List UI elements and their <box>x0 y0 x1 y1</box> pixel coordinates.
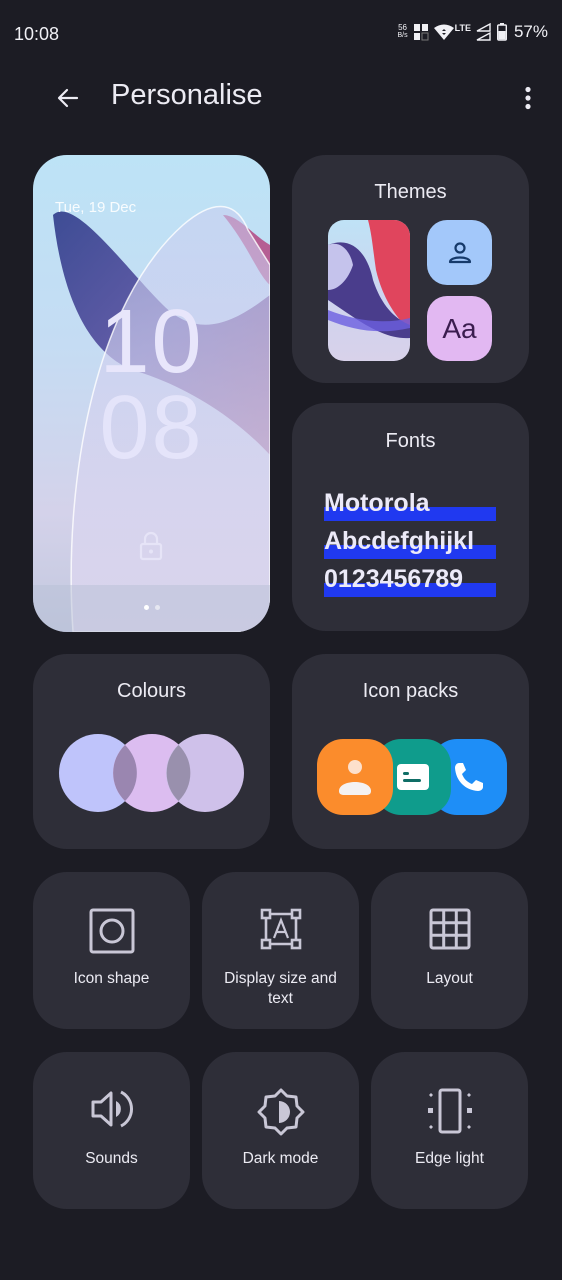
page-dot <box>154 605 160 610</box>
edge-light-label: Edge light <box>415 1150 484 1167</box>
app-bar: Personalise <box>0 70 562 126</box>
theme-icon-sample <box>427 220 492 285</box>
display-size-icon <box>260 908 301 950</box>
contacts-app-icon <box>317 739 393 815</box>
status-icons: 56 B/s LTE 57% <box>398 22 549 42</box>
grid-layout-icon <box>429 908 470 950</box>
more-options-button[interactable] <box>508 78 548 118</box>
theme-wallpaper-art <box>328 220 410 339</box>
display-size-label: Display size and text <box>224 970 337 1007</box>
colours-title: Colours <box>117 680 186 702</box>
more-vert-icon <box>525 86 531 110</box>
font-samples: Motorola Abcdefghijkl 0123456789 <box>324 489 496 603</box>
wifi-icon <box>433 24 454 40</box>
themes-title: Themes <box>374 181 447 203</box>
page-dot-active <box>143 605 149 610</box>
themes-card[interactable]: Themes Aa <box>292 155 529 383</box>
theme-font-sample: Aa <box>427 296 492 361</box>
signal-icon <box>476 23 491 41</box>
dark-mode-icon <box>257 1088 304 1136</box>
status-bar: 10:08 56 B/s LTE 57% <box>0 0 562 70</box>
icon-shape-icon <box>89 908 134 954</box>
contact-person-icon <box>339 760 371 795</box>
battery-icon <box>496 23 507 41</box>
preview-page-indicator <box>33 605 270 610</box>
icon-pack-preview <box>317 739 507 815</box>
page-title: Personalise <box>111 79 263 111</box>
colours-card[interactable]: Colours <box>33 654 270 849</box>
layout-label: Layout <box>426 970 473 987</box>
volume-icon <box>91 1090 133 1128</box>
icon-packs-card[interactable]: Icon packs <box>292 654 529 849</box>
back-button[interactable] <box>48 78 88 118</box>
sounds-label: Sounds <box>85 1150 138 1167</box>
sounds-card[interactable]: Sounds <box>33 1052 190 1209</box>
edge-light-card[interactable]: Edge light <box>371 1052 528 1209</box>
fonts-card[interactable]: Fonts Motorola Abcdefghijkl 0123456789 <box>292 403 529 631</box>
edge-light-icon <box>427 1088 472 1134</box>
network-speed: 56 B/s <box>397 23 408 40</box>
phone-icon <box>455 763 483 791</box>
person-icon <box>448 241 471 263</box>
network-type: LTE <box>454 23 471 33</box>
font-sample-line: 0123456789 <box>324 565 496 603</box>
display-size-card[interactable]: Display size and text <box>202 872 359 1029</box>
lock-screen-minute: 08 <box>99 378 204 478</box>
font-sample-line: Motorola <box>324 489 496 527</box>
arrow-back-icon <box>57 88 79 108</box>
dark-mode-label: Dark mode <box>242 1150 319 1167</box>
icon-shape-card[interactable]: Icon shape <box>33 872 190 1029</box>
dark-mode-card[interactable]: Dark mode <box>202 1052 359 1209</box>
layout-card[interactable]: Layout <box>371 872 528 1029</box>
fonts-title: Fonts <box>385 430 436 452</box>
lock-icon <box>139 531 163 561</box>
icon-shape-label: Icon shape <box>73 970 150 987</box>
lock-screen-date: Tue, 19 Dec <box>55 199 137 216</box>
colour-swatches <box>59 734 244 812</box>
status-time: 10:08 <box>14 24 60 44</box>
message-icon <box>397 764 429 790</box>
sim-icon <box>413 24 429 41</box>
theme-wallpaper-thumbnail <box>328 220 410 361</box>
font-sample-line: Abcdefghijkl <box>324 527 496 565</box>
lock-screen-preview[interactable]: Tue, 19 Dec 10 08 <box>33 155 270 632</box>
battery-percent: 57% <box>513 22 548 41</box>
icon-packs-title: Icon packs <box>362 680 459 702</box>
